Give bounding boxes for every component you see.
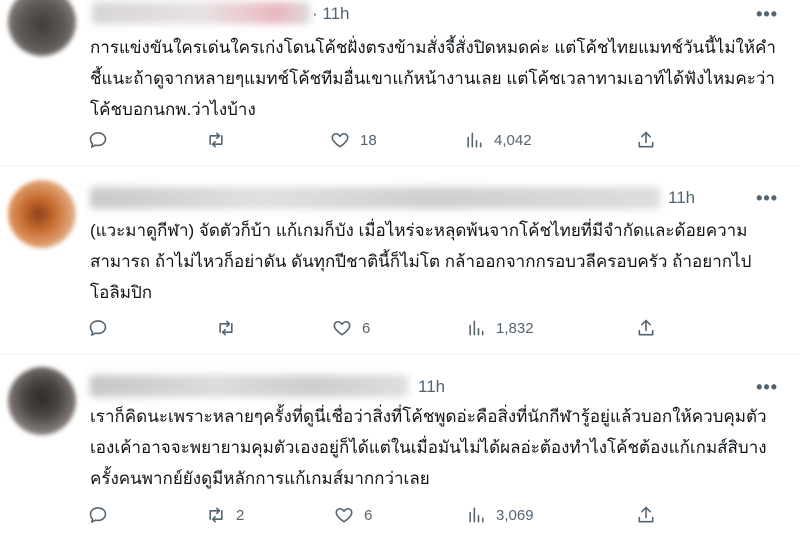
username-blurred[interactable]	[92, 2, 310, 24]
like-count: 6	[364, 506, 373, 524]
share-button[interactable]	[636, 316, 656, 340]
action-bar: 2 6 3,069	[88, 503, 668, 527]
username-blurred[interactable]	[90, 375, 408, 397]
view-count: 1,832	[496, 319, 534, 337]
more-options-icon[interactable]: •••	[756, 188, 778, 209]
reply-button[interactable]	[88, 316, 108, 340]
views-icon	[469, 507, 484, 523]
retweet-count: 2	[236, 506, 245, 524]
share-button[interactable]	[636, 503, 656, 527]
like-button[interactable]: 18	[330, 128, 377, 152]
views-button[interactable]: 4,042	[464, 128, 532, 152]
reply-icon	[89, 507, 107, 523]
like-button[interactable]: 6	[334, 503, 372, 527]
share-icon	[638, 319, 654, 336]
view-count: 3,069	[496, 506, 534, 524]
retweet-icon	[209, 132, 223, 148]
heart-icon	[333, 320, 351, 336]
action-bar: 6 1,832	[88, 316, 668, 340]
share-icon	[638, 506, 654, 523]
more-options-icon[interactable]: •••	[756, 377, 778, 398]
reply-button[interactable]	[88, 128, 108, 152]
avatar[interactable]	[8, 367, 76, 435]
retweet-button[interactable]	[206, 128, 226, 152]
heart-icon	[335, 507, 353, 523]
reply-text: เราก็คิดนะเพราะหลายๆครั้งที่ดูนี่เชื่อว่…	[90, 407, 767, 488]
heart-icon	[331, 132, 349, 148]
like-button[interactable]: 6	[332, 316, 370, 340]
like-count: 6	[362, 319, 371, 337]
avatar[interactable]	[8, 0, 76, 56]
reply-item[interactable]: 11h ••• เราก็คิดนะเพราะหลายๆครั้งที่ดูนี…	[0, 355, 800, 537]
more-options-icon[interactable]: •••	[756, 4, 778, 25]
reply-text: การแข่งขันใครเด่นใครเก่งโดนโค้ชฝั่งตรงข้…	[90, 38, 776, 119]
share-button[interactable]	[636, 128, 656, 152]
action-bar: 18 4,042	[88, 128, 668, 152]
retweet-icon	[219, 320, 233, 336]
view-count: 4,042	[494, 131, 532, 149]
reply-text: (แวะมาดูกีฬา) จัดตัวก็บ้า แก้เกมก็บัง เม…	[90, 221, 752, 302]
reply-icon	[89, 320, 107, 336]
views-button[interactable]: 1,832	[466, 316, 534, 340]
share-icon	[638, 131, 654, 148]
timestamp[interactable]: · 11h	[312, 4, 350, 24]
avatar[interactable]	[8, 180, 76, 248]
reply-button[interactable]	[88, 503, 108, 527]
retweet-button[interactable]	[216, 316, 236, 340]
retweet-icon	[209, 507, 223, 523]
username-blurred[interactable]	[90, 187, 660, 209]
views-icon	[469, 320, 484, 336]
views-button[interactable]: 3,069	[466, 503, 534, 527]
timestamp[interactable]: 11h	[418, 377, 445, 397]
like-count: 18	[360, 131, 377, 149]
reply-item[interactable]: 11h ••• (แวะมาดูกีฬา) จัดตัวก็บ้า แก้เกม…	[0, 166, 800, 354]
reply-item[interactable]: · 11h ••• การแข่งขันใครเด่นใครเก่งโดนโค้…	[0, 0, 800, 165]
reply-icon	[89, 132, 107, 148]
timestamp[interactable]: 11h	[668, 188, 695, 208]
views-icon	[467, 132, 482, 148]
retweet-button[interactable]: 2	[206, 503, 244, 527]
